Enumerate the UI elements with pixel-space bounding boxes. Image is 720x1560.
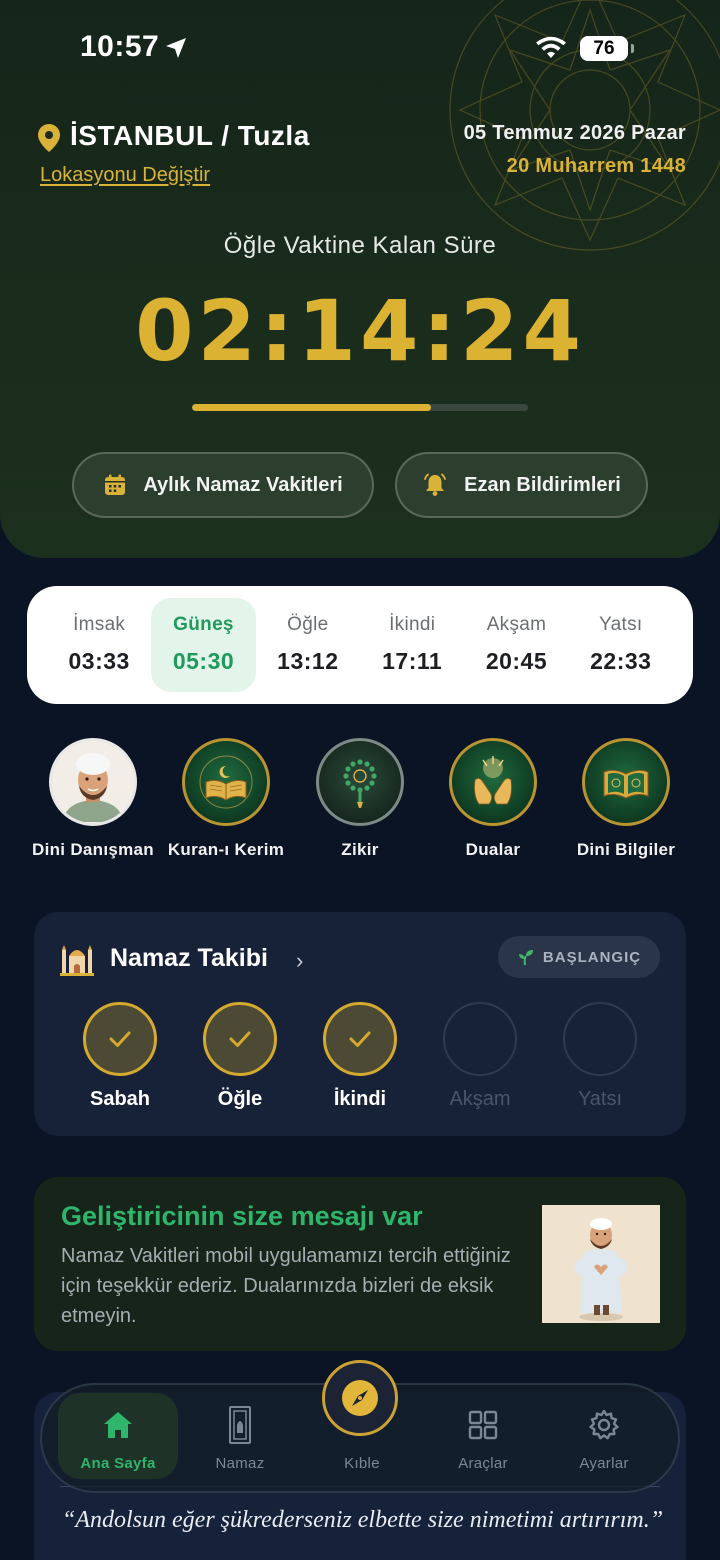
sprout-icon [518,950,533,966]
compass-icon [342,1380,378,1416]
home-icon [104,1412,132,1438]
status-time: 10:57 [80,30,160,63]
shortcut-label: Dini Bilgiler [576,840,676,859]
shortcut-quran[interactable]: Kuran-ı Kerim [159,738,293,860]
tracker-item-yatsi[interactable]: Yatsı [540,1002,660,1111]
tracker-check-circle[interactable] [203,1002,277,1076]
prayer-rug-icon [229,1406,251,1444]
prayer-time: 05:30 [172,648,235,674]
prayer-tracker-card[interactable]: Namaz Takibi › BAŞLANGIÇ Sabah Öğle İkin… [34,912,686,1136]
nav-label: Araçlar [458,1455,508,1472]
nav-label: Kıble [344,1455,380,1472]
developer-message-card[interactable]: Geliştiricinin size mesajı var Namaz Vak… [34,1177,686,1351]
nav-namaz[interactable]: Namaz [180,1385,300,1491]
checkmark-icon [109,1031,131,1047]
location-pin-icon [38,124,60,152]
developer-message-body: Namaz Vakitleri mobil uygulamamızı terci… [61,1245,511,1327]
qibla-compass-button[interactable] [322,1360,398,1436]
prayer-beads-icon [316,738,404,826]
level-badge: BAŞLANGIÇ [498,936,660,978]
chevron-right-icon[interactable]: › [296,948,303,974]
monthly-times-label: Aylık Namaz Vakitleri [143,473,343,496]
checkmark-icon [229,1031,251,1047]
countdown-label: Öğle Vaktine Kalan Süre [223,232,497,259]
prayer-time-imsak[interactable]: İmsak 03:33 [47,598,151,692]
monthly-times-button[interactable]: Aylık Namaz Vakitleri [72,452,374,518]
prayer-name: Güneş [173,614,234,635]
prayer-name: Öğle [287,614,329,635]
prayer-name: Yatsı [599,614,643,635]
nav-label: Ana Sayfa [80,1455,156,1472]
tracker-check-circle[interactable] [323,1002,397,1076]
adhan-notifications-button[interactable]: Ezan Bildirimleri [395,452,648,518]
countdown-progress-fill [192,404,431,411]
tracker-item-sabah[interactable]: Sabah [60,1002,180,1111]
countdown-timer: 02:14:24 [135,282,585,380]
bell-icon [424,473,447,496]
wifi-icon [536,36,566,58]
shortcut-religious-info[interactable]: Dini Bilgiler [559,738,693,860]
prayer-time-aksam[interactable]: Akşam 20:45 [464,598,568,692]
tracker-label: İkindi [333,1088,387,1110]
shortcut-label: Dualar [465,840,521,859]
tracker-item-aksam[interactable]: Akşam [420,1002,540,1111]
grid-icon [468,1410,498,1440]
header: 10:57 76 İSTANBUL / Tuzla Lokasyonu Deği… [0,0,720,558]
prayer-name: İkindi [389,614,436,635]
prayer-time-ogle[interactable]: Öğle 13:12 [256,598,360,692]
hijri-date: 20 Muharrem 1448 [506,155,686,177]
prayer-time: 13:12 [277,648,339,674]
tracker-label: Yatsı [577,1088,623,1110]
tracker-label: Akşam [449,1088,511,1110]
tracker-title: Namaz Takibi [110,944,268,972]
change-location-link[interactable]: Lokasyonu Değiştir [40,164,210,187]
nav-home[interactable]: Ana Sayfa [58,1385,178,1491]
location-city: İSTANBUL / Tuzla [70,120,310,151]
developer-illustration [542,1205,660,1323]
tracker-empty-circle[interactable] [563,1002,637,1076]
shortcut-label: Kuran-ı Kerim [167,840,285,859]
nav-settings[interactable]: Ayarlar [544,1385,664,1491]
praying-hands-icon [449,738,537,826]
tracker-check-circle[interactable] [83,1002,157,1076]
adhan-notifications-label: Ezan Bildirimleri [464,473,621,496]
prayer-time: 17:11 [382,648,443,674]
tracker-item-ogle[interactable]: Öğle [180,1002,300,1111]
level-badge-label: BAŞLANGIÇ [542,948,642,966]
tracker-empty-circle[interactable] [443,1002,517,1076]
shortcut-label: Zikir [341,840,379,859]
gregorian-date: 05 Temmuz 2026 Pazar [463,122,686,144]
shortcut-dhikr[interactable]: Zikir [293,738,427,860]
nav-tools[interactable]: Araçlar [423,1385,543,1491]
religious-info-book-icon [582,738,670,826]
prayer-name: İmsak [73,614,126,635]
battery-indicator: 76 [580,36,634,61]
prayer-times-card: İmsak 03:33 Güneş 05:30 Öğle 13:12 İkind… [27,586,693,704]
tracker-label: Sabah [89,1088,151,1110]
gear-icon [589,1409,619,1440]
tracker-label: Öğle [217,1088,263,1110]
shortcut-label: Dini Danışman [32,840,154,859]
prayer-time: 03:33 [68,648,130,674]
prayer-time-gunes[interactable]: Güneş 05:30 [151,598,256,692]
advisor-avatar-icon [49,738,137,826]
quran-book-icon [182,738,270,826]
prayer-time: 22:33 [590,648,652,674]
calendar-icon [105,474,126,495]
shortcut-religious-advisor[interactable]: Dini Danışman [26,738,160,860]
prayer-time: 20:45 [485,648,548,674]
verse-text: “Andolsun eğer şükrederseniz elbette siz… [62,1507,664,1533]
nav-label: Namaz [215,1455,265,1472]
nav-label: Ayarlar [579,1455,629,1472]
prayer-time-ikindi[interactable]: İkindi 17:11 [360,598,464,692]
checkmark-icon [349,1031,371,1047]
prayer-time-yatsi[interactable]: Yatsı 22:33 [569,598,673,692]
tracker-item-ikindi[interactable]: İkindi [300,1002,420,1111]
mosque-icon [60,945,94,976]
location-arrow-icon [166,38,186,58]
developer-message-title: Geliştiricinin size mesajı var [61,1201,423,1231]
shortcut-prayers[interactable]: Dualar [426,738,560,860]
prayer-name: Akşam [486,614,547,635]
countdown-progress-bar [192,404,528,411]
